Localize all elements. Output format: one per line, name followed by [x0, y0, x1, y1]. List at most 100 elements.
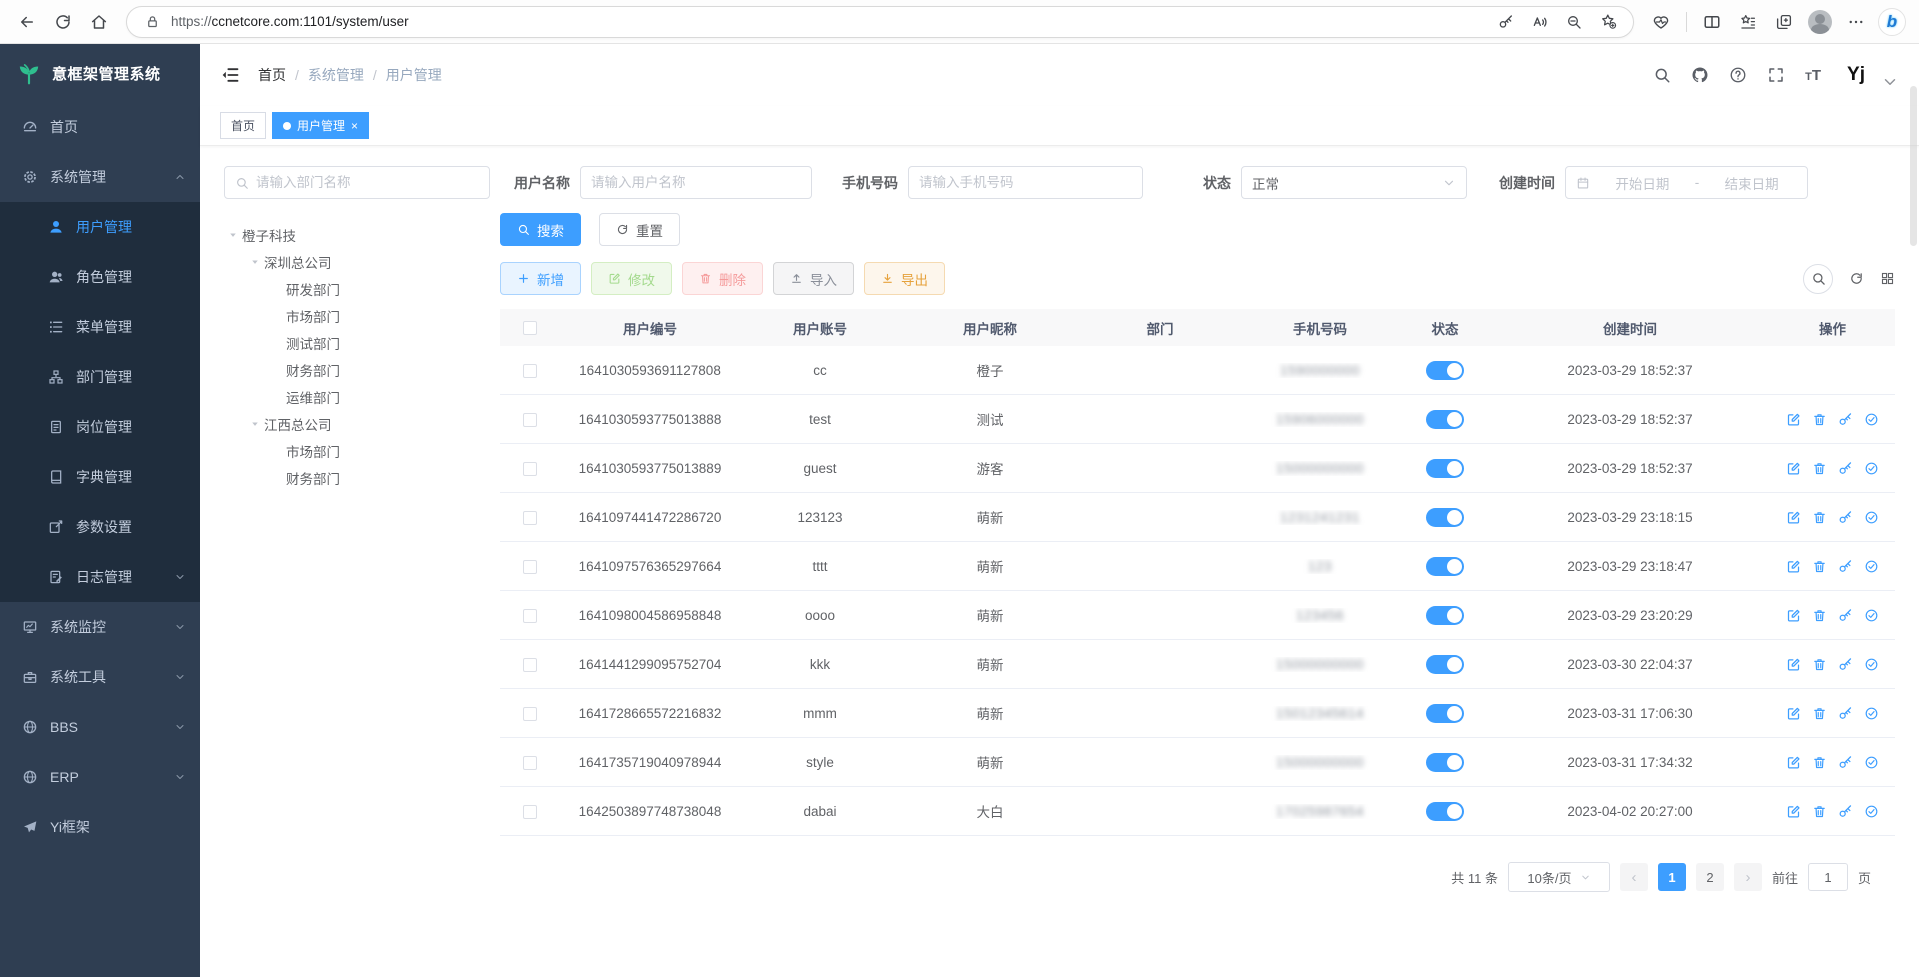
tab-user-management[interactable]: 用户管理 ×: [272, 112, 369, 139]
sidebar-item-erp[interactable]: ERP: [0, 752, 200, 802]
table-refresh-icon[interactable]: [1849, 271, 1864, 286]
add-favorite-icon[interactable]: [1593, 6, 1623, 38]
tree-expander-icon[interactable]: [246, 418, 264, 430]
page-size-select[interactable]: 10条/页: [1508, 862, 1610, 892]
row-reset-password-button[interactable]: [1838, 412, 1853, 427]
sidebar-item-yi[interactable]: Yi框架: [0, 802, 200, 852]
status-toggle[interactable]: [1426, 361, 1464, 380]
sidebar-item-log[interactable]: 日志管理: [0, 552, 200, 602]
tree-node[interactable]: 运维部门: [224, 383, 490, 410]
tree-node[interactable]: 江西总公司: [224, 410, 490, 437]
add-button[interactable]: 新增: [500, 262, 581, 295]
row-reset-password-button[interactable]: [1838, 608, 1853, 623]
row-delete-button[interactable]: [1812, 412, 1827, 427]
sidebar-item-bbs[interactable]: BBS: [0, 702, 200, 752]
row-checkbox[interactable]: [523, 413, 537, 427]
browser-settings-more-icon[interactable]: [1839, 6, 1873, 38]
status-toggle[interactable]: [1426, 557, 1464, 576]
import-button[interactable]: 导入: [773, 262, 854, 295]
row-reset-password-button[interactable]: [1838, 804, 1853, 819]
select-all-checkbox[interactable]: [523, 321, 537, 335]
tree-node[interactable]: 市场部门: [224, 437, 490, 464]
zoom-out-icon[interactable]: [1559, 6, 1589, 38]
next-page-button[interactable]: ›: [1734, 863, 1762, 891]
sidebar-item-monitor[interactable]: 系统监控: [0, 602, 200, 652]
row-edit-button[interactable]: [1786, 657, 1801, 672]
row-assign-role-button[interactable]: [1864, 412, 1879, 427]
header-search-icon[interactable]: [1653, 66, 1671, 84]
github-icon[interactable]: [1691, 66, 1709, 84]
browser-home-button[interactable]: [82, 6, 116, 38]
row-checkbox[interactable]: [523, 707, 537, 721]
status-toggle[interactable]: [1426, 753, 1464, 772]
row-delete-button[interactable]: [1812, 510, 1827, 525]
user-menu-caret-icon[interactable]: [1881, 73, 1899, 91]
status-select[interactable]: 正常: [1241, 166, 1467, 199]
split-screen-icon[interactable]: [1695, 6, 1729, 38]
sidebar-item-dept[interactable]: 部门管理: [0, 352, 200, 402]
row-edit-button[interactable]: [1786, 608, 1801, 623]
row-checkbox[interactable]: [523, 511, 537, 525]
row-edit-button[interactable]: [1786, 706, 1801, 721]
tree-node[interactable]: 测试部门: [224, 329, 490, 356]
tree-node[interactable]: 研发部门: [224, 275, 490, 302]
font-size-icon[interactable]: TT: [1805, 67, 1821, 84]
row-delete-button[interactable]: [1812, 804, 1827, 819]
row-checkbox[interactable]: [523, 658, 537, 672]
tab-home[interactable]: 首页: [220, 112, 266, 139]
row-reset-password-button[interactable]: [1838, 510, 1853, 525]
tree-expander-icon[interactable]: [246, 256, 264, 268]
row-assign-role-button[interactable]: [1864, 755, 1879, 770]
sidebar-item-dict[interactable]: 字典管理: [0, 452, 200, 502]
prev-page-button[interactable]: ‹: [1620, 863, 1648, 891]
search-button[interactable]: 搜索: [500, 213, 581, 246]
tree-expander-icon[interactable]: [224, 229, 242, 241]
row-reset-password-button[interactable]: [1838, 559, 1853, 574]
row-delete-button[interactable]: [1812, 608, 1827, 623]
phone-input[interactable]: [919, 175, 1132, 190]
username-input[interactable]: [591, 175, 801, 190]
row-assign-role-button[interactable]: [1864, 706, 1879, 721]
row-reset-password-button[interactable]: [1838, 755, 1853, 770]
row-checkbox[interactable]: [523, 756, 537, 770]
user-avatar[interactable]: Yj: [1841, 60, 1871, 90]
row-edit-button[interactable]: [1786, 412, 1801, 427]
column-settings-icon[interactable]: [1880, 271, 1895, 286]
row-delete-button[interactable]: [1812, 755, 1827, 770]
sidebar-item-home[interactable]: 首页: [0, 102, 200, 152]
goto-page-input[interactable]: [1808, 863, 1848, 891]
status-toggle[interactable]: [1426, 508, 1464, 527]
row-edit-button[interactable]: [1786, 510, 1801, 525]
row-checkbox[interactable]: [523, 609, 537, 623]
row-assign-role-button[interactable]: [1864, 804, 1879, 819]
help-icon[interactable]: [1729, 66, 1747, 84]
row-checkbox[interactable]: [523, 560, 537, 574]
window-scrollbar[interactable]: [1910, 86, 1917, 246]
browser-profile-avatar[interactable]: [1803, 6, 1837, 38]
sidebar-item-system[interactable]: 系统管理: [0, 152, 200, 202]
duplicate-tab-icon[interactable]: [1767, 6, 1801, 38]
row-assign-role-button[interactable]: [1864, 510, 1879, 525]
copilot-icon[interactable]: b: [1875, 6, 1909, 38]
reset-button[interactable]: 重置: [599, 213, 680, 246]
tree-node[interactable]: 橙子科技: [224, 221, 490, 248]
sidebar-item-role[interactable]: 角色管理: [0, 252, 200, 302]
sidebar-item-user[interactable]: 用户管理: [0, 202, 200, 252]
row-delete-button[interactable]: [1812, 559, 1827, 574]
tab-close-icon[interactable]: ×: [351, 120, 358, 132]
browser-refresh-button[interactable]: [46, 6, 80, 38]
row-checkbox[interactable]: [523, 364, 537, 378]
delete-button[interactable]: 删除: [682, 262, 763, 295]
sidebar-item-post[interactable]: 岗位管理: [0, 402, 200, 452]
row-reset-password-button[interactable]: [1838, 461, 1853, 476]
row-checkbox[interactable]: [523, 805, 537, 819]
row-edit-button[interactable]: [1786, 461, 1801, 476]
row-edit-button[interactable]: [1786, 804, 1801, 819]
status-toggle[interactable]: [1426, 606, 1464, 625]
url-text[interactable]: https://ccnetcore.com:1101/system/user: [171, 14, 1483, 29]
page-button-2[interactable]: 2: [1696, 863, 1724, 891]
sidebar-item-menu[interactable]: 菜单管理: [0, 302, 200, 352]
menu-fold-icon[interactable]: [220, 65, 240, 85]
row-assign-role-button[interactable]: [1864, 657, 1879, 672]
dept-search-input[interactable]: [256, 175, 479, 190]
